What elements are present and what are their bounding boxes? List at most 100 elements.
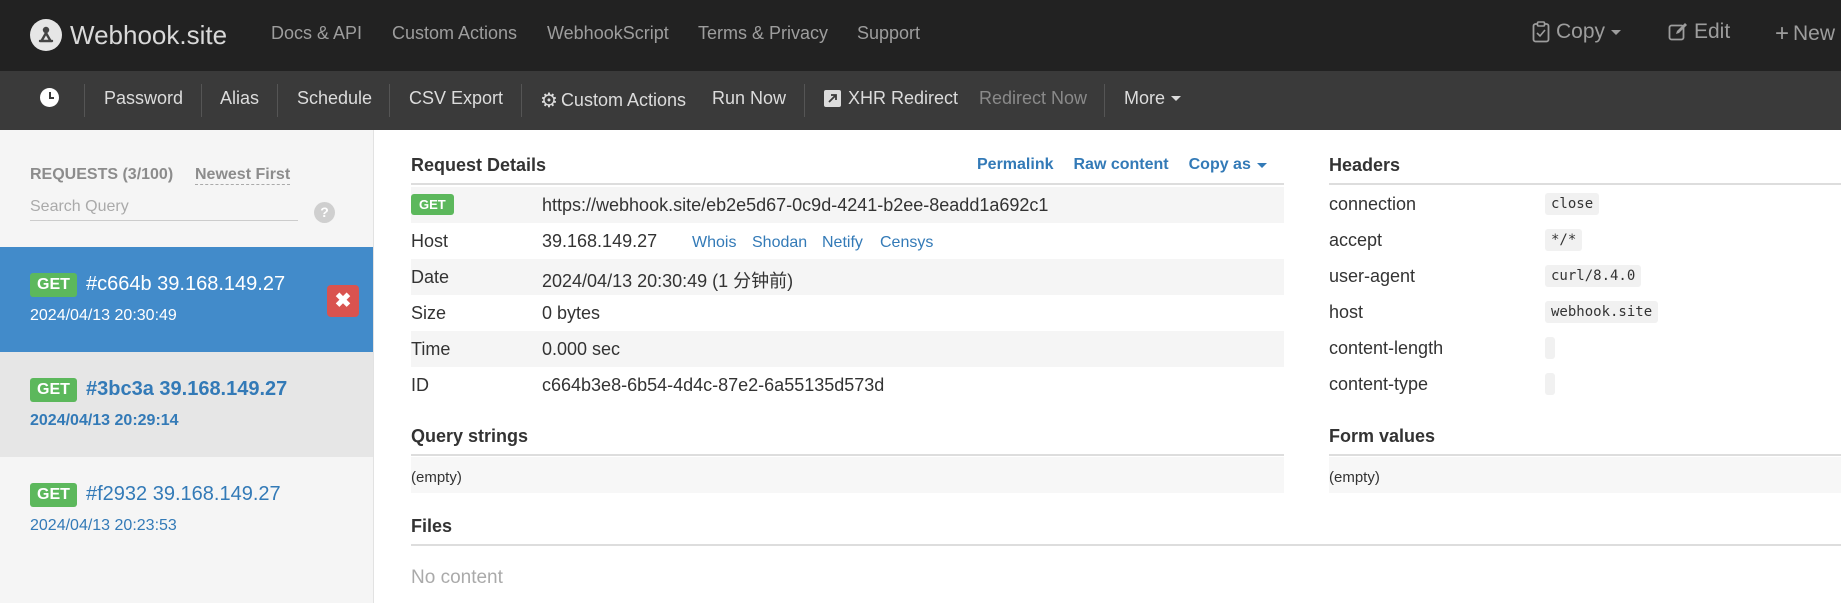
nav-custom-actions[interactable]: Custom Actions: [392, 23, 517, 44]
netify-link[interactable]: Netify: [822, 234, 863, 252]
webhook-logo-icon: [30, 19, 62, 51]
more-dropdown[interactable]: More: [1124, 88, 1182, 109]
copy-label: Copy: [1556, 20, 1606, 43]
custom-actions-label: Custom Actions: [560, 90, 686, 110]
toolbar-divider: [389, 84, 390, 117]
query-strings-empty: (empty): [411, 469, 462, 486]
divider: [411, 454, 1284, 456]
search-input[interactable]: [30, 194, 298, 221]
size-label: Size: [411, 303, 447, 323]
id-value: c664b3e8-6b54-4d4c-87e2-6a55135d573d: [542, 375, 885, 395]
files-title: Files: [411, 516, 453, 536]
clock-icon[interactable]: [40, 88, 59, 107]
header-row: content-type: [1329, 366, 1841, 402]
divider: [1329, 454, 1841, 456]
csv-export-button[interactable]: CSV Export: [409, 88, 503, 109]
nav-support[interactable]: Support: [857, 23, 920, 44]
request-date: 2024/04/13 20:23:53: [30, 517, 177, 534]
time-row: Time 0.000 sec: [411, 331, 1284, 367]
toolbar-divider: [277, 84, 278, 117]
header-value: */*: [1545, 229, 1583, 251]
request-item[interactable]: GET #c664b 39.168.149.27 2024/04/13 20:3…: [0, 247, 373, 352]
size-value: 0 bytes: [542, 303, 601, 323]
time-label: Time: [411, 339, 451, 359]
header-name: content-type: [1329, 374, 1429, 394]
copy-as-label: Copy as: [1188, 156, 1251, 173]
run-now-button[interactable]: Run Now: [712, 88, 786, 109]
chevron-down-icon: [1611, 29, 1622, 35]
method-badge: GET: [30, 483, 77, 507]
header-name: accept: [1329, 230, 1383, 250]
method-badge: GET: [30, 378, 77, 402]
chevron-down-icon: [1256, 162, 1267, 168]
toolbar-divider: [84, 84, 85, 117]
xhr-redirect-button[interactable]: XHR Redirect: [824, 88, 958, 109]
date-label: Date: [411, 267, 450, 287]
nav-terms-privacy[interactable]: Terms & Privacy: [698, 23, 828, 44]
help-icon[interactable]: ?: [314, 202, 335, 223]
brand-name: Webhook.site: [70, 19, 228, 50]
permalink-link[interactable]: Permalink: [977, 156, 1053, 174]
password-button[interactable]: Password: [104, 88, 183, 109]
form-values-empty: (empty): [1329, 469, 1380, 486]
chevron-down-icon: [1171, 96, 1182, 101]
method-badge: GET: [411, 194, 454, 215]
request-item[interactable]: GET #3bc3a 39.168.149.27 2024/04/13 20:2…: [0, 352, 373, 457]
brand-link[interactable]: Webhook.site: [30, 16, 227, 54]
custom-actions-button[interactable]: ⚙ Custom Actions: [540, 88, 686, 113]
xhr-redirect-label: XHR Redirect: [848, 88, 959, 108]
header-value: curl/8.4.0: [1545, 265, 1642, 287]
divider: [1329, 183, 1841, 185]
toolbar-divider: [201, 84, 202, 117]
whois-link[interactable]: Whois: [692, 234, 736, 252]
divider: [411, 183, 1284, 185]
header-value: [1545, 337, 1555, 359]
copy-as-dropdown[interactable]: Copy as: [1189, 156, 1267, 174]
request-url-link[interactable]: https://webhook.site/eb2e5d67-0c9d-4241-…: [542, 195, 1048, 216]
size-row: Size 0 bytes: [411, 295, 1284, 331]
header-name: user-agent: [1329, 266, 1416, 286]
request-item[interactable]: GET #f2932 39.168.149.27 2024/04/13 20:2…: [0, 457, 373, 562]
censys-link[interactable]: Censys: [880, 234, 933, 252]
header-value: close: [1545, 193, 1600, 215]
top-navbar: Webhook.site Docs & API Custom Actions W…: [0, 0, 1841, 71]
files-empty: No content: [411, 567, 503, 588]
delete-request-button[interactable]: ✖: [327, 285, 359, 317]
host-value: 39.168.149.27: [542, 231, 658, 251]
edit-icon: [1668, 23, 1687, 41]
request-details-actions: Permalink Raw content Copy as: [977, 156, 1267, 174]
raw-content-link[interactable]: Raw content: [1073, 156, 1168, 174]
query-strings-body: (empty): [411, 457, 1284, 493]
new-label: New: [1793, 22, 1836, 45]
headers-title: Headers: [1329, 155, 1401, 175]
nav-docs-api[interactable]: Docs & API: [271, 23, 362, 44]
header-row: connection close: [1329, 186, 1841, 222]
toolbar: Password Alias Schedule CSV Export ⚙ Cus…: [0, 71, 1841, 130]
request-title: #c664b 39.168.149.27: [86, 273, 286, 295]
request-date: 2024/04/13 20:30:49: [30, 307, 177, 324]
toolbar-divider: [1104, 84, 1105, 117]
header-row: content-length: [1329, 330, 1841, 366]
gear-icon: ⚙: [540, 90, 558, 112]
shodan-link[interactable]: Shodan: [752, 234, 807, 252]
host-label: Host: [411, 231, 449, 251]
redirect-now-button[interactable]: Redirect Now: [979, 88, 1087, 109]
request-details-title: Request Details: [411, 155, 547, 175]
header-row: accept */*: [1329, 222, 1841, 258]
alias-button[interactable]: Alias: [220, 88, 259, 109]
form-values-body: (empty): [1329, 457, 1841, 493]
new-button[interactable]: + New: [1775, 20, 1835, 48]
copy-dropdown[interactable]: Copy: [1532, 20, 1622, 44]
edit-button[interactable]: Edit: [1668, 20, 1730, 44]
request-title: #f2932 39.168.149.27: [86, 483, 281, 505]
request-title: #3bc3a 39.168.149.27: [86, 378, 288, 400]
edit-label: Edit: [1694, 20, 1731, 43]
plus-icon: +: [1775, 20, 1790, 47]
sort-order-toggle[interactable]: Newest First: [195, 166, 291, 185]
header-name: connection: [1329, 194, 1417, 214]
schedule-button[interactable]: Schedule: [297, 88, 372, 109]
nav-webhookscript[interactable]: WebhookScript: [547, 23, 669, 44]
external-link-icon: [824, 90, 841, 107]
form-values-title: Form values: [1329, 426, 1436, 446]
header-value: [1545, 373, 1555, 395]
